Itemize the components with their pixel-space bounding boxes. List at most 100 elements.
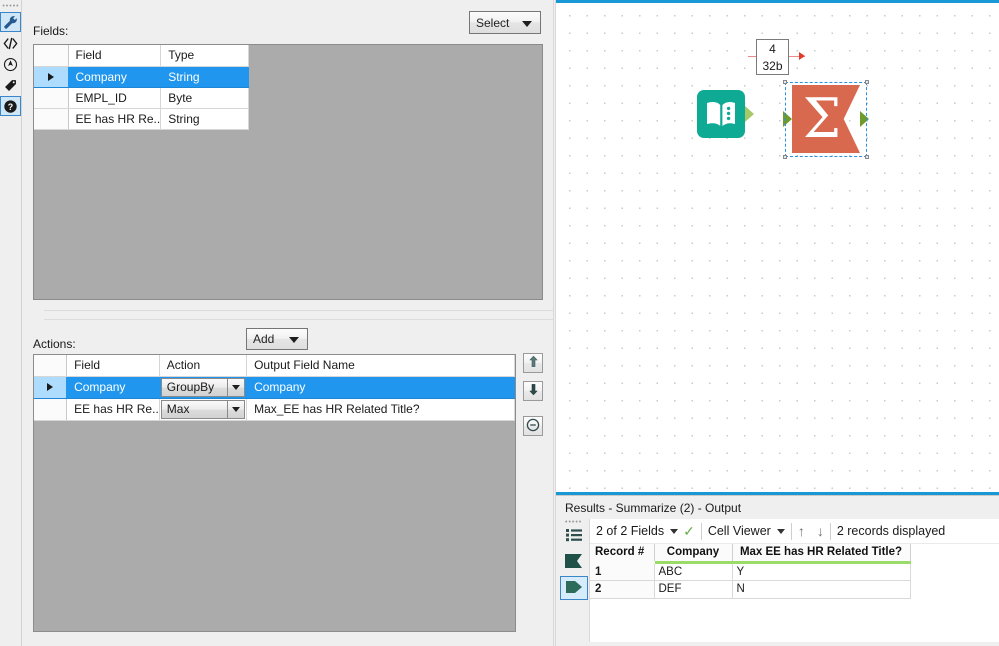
maxflag-cell[interactable]: N bbox=[732, 580, 911, 599]
table-row[interactable]: Company String bbox=[34, 66, 250, 88]
record-count-label: 2 records displayed bbox=[836, 524, 946, 538]
svg-text:?: ? bbox=[8, 101, 13, 111]
list-view-icon-button[interactable] bbox=[560, 524, 588, 548]
connection-size: 32b bbox=[762, 59, 783, 73]
add-dropdown[interactable]: Add bbox=[246, 328, 308, 350]
record-number-cell: 2 bbox=[590, 580, 655, 599]
action-type-cell[interactable]: GroupBy bbox=[159, 376, 248, 399]
flag-icon-button[interactable] bbox=[560, 550, 588, 574]
chevron-down-icon bbox=[776, 528, 785, 534]
arrow-up-icon bbox=[528, 355, 539, 371]
row-selector-cell[interactable] bbox=[34, 66, 69, 88]
actions-grid: Field Action Output Field Name Company G… bbox=[33, 354, 516, 632]
table-row[interactable]: EE has HR Re.. String bbox=[34, 108, 250, 130]
record-number-cell: 1 bbox=[590, 562, 655, 581]
row-selector-cell[interactable] bbox=[34, 398, 68, 421]
results-col-maxflag[interactable]: Max EE has HR Related Title? bbox=[732, 544, 911, 564]
results-table-wrap: Record # Company Max EE has HR Related T… bbox=[590, 544, 999, 599]
code-icon-button[interactable] bbox=[0, 33, 21, 53]
chevron-down-icon bbox=[289, 337, 299, 343]
book-icon bbox=[697, 101, 745, 141]
table-row[interactable]: 1 ABC Y bbox=[590, 562, 911, 581]
compass-icon-button[interactable] bbox=[0, 54, 21, 74]
compass-icon bbox=[3, 57, 18, 72]
help-icon-button[interactable]: ? bbox=[0, 96, 21, 116]
output-anchor-icon-button[interactable] bbox=[560, 576, 588, 600]
resize-handle[interactable] bbox=[783, 80, 787, 84]
results-toolbar: 2 of 2 Fields ✓ Cell Viewer ↑ ↓ 2 record… bbox=[590, 519, 999, 544]
tag-icon-button[interactable] bbox=[0, 75, 21, 95]
action-field-cell[interactable]: Company bbox=[66, 376, 160, 399]
row-selector-cell[interactable] bbox=[34, 108, 69, 130]
output-field-name-cell[interactable]: Max_EE has HR Related Title? bbox=[246, 398, 515, 421]
move-up-button[interactable] bbox=[523, 353, 543, 373]
fields-section: Fields: Select Field Type Company String… bbox=[22, 0, 553, 305]
viewer-selector-dropdown[interactable]: Cell Viewer bbox=[702, 519, 791, 544]
check-icon[interactable]: ✓ bbox=[683, 523, 695, 540]
chevron-down-icon[interactable] bbox=[227, 399, 246, 419]
actions-col-action: Action bbox=[159, 355, 248, 377]
fields-selector-dropdown[interactable]: 2 of 2 Fields ✓ bbox=[590, 519, 701, 544]
field-cell[interactable]: Company bbox=[68, 66, 162, 88]
fields-label: Fields: bbox=[33, 24, 69, 38]
actions-col-output: Output Field Name bbox=[246, 355, 515, 377]
table-row[interactable]: EMPL_ID Byte bbox=[34, 87, 250, 109]
type-cell[interactable]: String bbox=[160, 108, 250, 130]
scroll-up-button[interactable]: ↑ bbox=[792, 523, 811, 539]
connection-label[interactable]: 4 32b bbox=[756, 39, 789, 75]
fields-selector-label: 2 of 2 Fields bbox=[596, 524, 665, 538]
row-selector-cell[interactable] bbox=[34, 87, 69, 109]
action-dropdown[interactable]: Max bbox=[160, 399, 246, 419]
add-dropdown-value: Add bbox=[253, 332, 275, 346]
connection-arrow-icon bbox=[799, 52, 805, 60]
rail-grip[interactable]: ••••• bbox=[0, 0, 22, 12]
fields-table-header-row: Field Type bbox=[34, 45, 250, 67]
move-down-button[interactable] bbox=[523, 381, 543, 401]
table-row[interactable]: Company GroupBy Company bbox=[34, 376, 515, 399]
fields-col-field: Field bbox=[68, 45, 162, 67]
fields-grid: Field Type Company String EMPL_ID Byte E… bbox=[33, 44, 543, 300]
select-dropdown-value: Select bbox=[476, 15, 510, 30]
row-marker-icon bbox=[47, 72, 54, 81]
action-dropdown-value: GroupBy bbox=[160, 377, 228, 397]
company-cell[interactable]: DEF bbox=[654, 580, 733, 599]
select-dropdown[interactable]: Select bbox=[469, 11, 541, 34]
results-col-record[interactable]: Record # bbox=[590, 544, 655, 564]
results-table: Record # Company Max EE has HR Related T… bbox=[590, 544, 911, 599]
type-cell[interactable]: String bbox=[160, 66, 250, 88]
table-row[interactable]: EE has HR Re.. Max Max_EE has HR Related… bbox=[34, 398, 515, 421]
results-col-company[interactable]: Company bbox=[654, 544, 733, 564]
chevron-down-icon bbox=[522, 20, 532, 27]
company-cell[interactable]: ABC bbox=[654, 562, 733, 581]
type-cell[interactable]: Byte bbox=[160, 87, 250, 109]
fields-table: Field Type Company String EMPL_ID Byte E… bbox=[34, 45, 250, 130]
input-data-node[interactable] bbox=[697, 90, 754, 141]
table-row[interactable]: 2 DEF N bbox=[590, 580, 911, 599]
tag-icon bbox=[3, 78, 18, 93]
output-field-name-cell[interactable]: Company bbox=[246, 376, 515, 399]
chevron-down-icon bbox=[670, 528, 679, 534]
resize-handle[interactable] bbox=[783, 155, 787, 159]
action-dropdown-value: Max bbox=[160, 399, 228, 419]
action-field-cell[interactable]: EE has HR Re.. bbox=[66, 398, 160, 421]
maxflag-cell[interactable]: Y bbox=[732, 562, 911, 581]
row-selector-cell[interactable] bbox=[34, 376, 68, 399]
arrow-down-icon bbox=[528, 383, 539, 399]
action-dropdown[interactable]: GroupBy bbox=[160, 377, 246, 397]
results-panel: Results - Summarize (2) - Output ••••• 2… bbox=[556, 495, 999, 646]
scroll-down-button[interactable]: ↓ bbox=[811, 523, 830, 539]
remove-button[interactable] bbox=[523, 416, 543, 436]
field-cell[interactable]: EMPL_ID bbox=[68, 87, 162, 109]
resize-handle[interactable] bbox=[865, 155, 869, 159]
wrench-icon-button[interactable] bbox=[0, 12, 21, 32]
action-type-cell[interactable]: Max bbox=[159, 398, 248, 421]
workflow-canvas[interactable]: 4 32b Σ bbox=[556, 0, 999, 492]
results-icon-rail bbox=[560, 524, 590, 642]
resize-handle[interactable] bbox=[865, 80, 869, 84]
pane-splitter[interactable] bbox=[44, 310, 575, 320]
minus-circle-icon bbox=[526, 418, 540, 435]
flag-icon bbox=[564, 553, 584, 572]
output-anchor-icon[interactable] bbox=[745, 106, 754, 122]
chevron-down-icon[interactable] bbox=[227, 377, 246, 397]
field-cell[interactable]: EE has HR Re.. bbox=[68, 108, 162, 130]
